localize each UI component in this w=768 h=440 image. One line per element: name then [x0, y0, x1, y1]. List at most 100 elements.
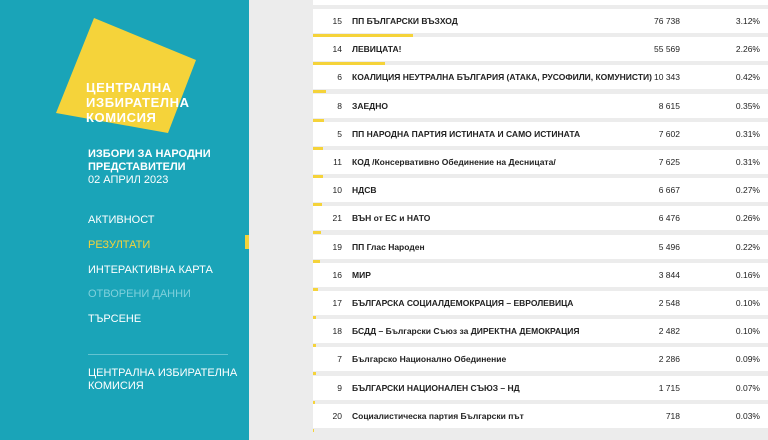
party-votes: 7 625: [658, 157, 680, 167]
party-name: ПП НАРОДНА ПАРТИЯ ИСТИНАТА И САМО ИСТИНА…: [352, 129, 581, 139]
sidebar: ЦЕНТРАЛНА ИЗБИРАТЕЛНА КОМИСИЯ ИЗБОРИ ЗА …: [0, 0, 249, 440]
party-percent: 0.09%: [735, 354, 760, 364]
party-percent: 0.10%: [735, 298, 760, 308]
result-row[interactable]: 7 Българско Национално Обединение 2 286 0.0…: [313, 347, 768, 371]
result-row[interactable]: 17 БЪЛГАРСКА СОЦИАЛДЕМОКРАЦИЯ – ЕВРОЛЕВИЦ…: [313, 291, 768, 315]
party-number: 9: [337, 383, 342, 393]
previous-row-edge: [313, 0, 768, 5]
party-name: КОД /Консервативно Обединение на Десница…: [352, 157, 556, 167]
party-percent: 0.35%: [735, 101, 760, 111]
election-title-line: ПРЕДСТАВИТЕЛИ: [88, 160, 186, 173]
party-number: 6: [337, 72, 342, 82]
result-row[interactable]: 5 ПП НАРОДНА ПАРТИЯ ИСТИНАТА И САМО ИСТИН…: [313, 122, 768, 146]
party-percent: 0.03%: [735, 411, 760, 421]
party-name: Българско Национално Обединение: [352, 354, 507, 364]
sidebar-divider: [88, 354, 228, 355]
party-number: 21: [332, 213, 342, 223]
party-votes: 7 602: [658, 129, 680, 139]
nav-item-interactive-map[interactable]: ИНТЕРАКТИВНА КАРТА: [88, 263, 213, 288]
party-number: 15: [332, 16, 342, 26]
party-votes: 10 343: [654, 72, 680, 82]
party-votes: 3 844: [658, 270, 680, 280]
footer-link-line: КОМИСИЯ: [88, 380, 144, 392]
election-title-line: ИЗБОРИ ЗА НАРОДНИ: [88, 148, 211, 160]
party-number: 8: [337, 101, 342, 111]
election-date: 02 АПРИЛ 2023: [88, 174, 169, 186]
party-name: ЛЕВИЦАТА!: [352, 44, 402, 54]
party-percent: 0.10%: [735, 326, 760, 336]
active-nav-marker: [245, 235, 249, 249]
party-votes: 2 286: [658, 354, 680, 364]
party-number: 7: [337, 354, 342, 364]
result-row[interactable]: 18 БСДД – Български Съюз за ДИРЕКТНА ДЕМО…: [313, 319, 768, 343]
logo-text: ЦЕНТРАЛНА ИЗБИРАТЕЛНА КОМИСИЯ: [86, 80, 190, 125]
party-percent: 0.31%: [735, 129, 760, 139]
party-votes: 1 715: [658, 383, 680, 393]
party-name: БСДД – Български Съюз за ДИРЕКТНА ДЕМОКР…: [352, 326, 580, 336]
party-percent: 0.26%: [735, 213, 760, 223]
result-row[interactable]: 19 ПП Глас Народен 5 496 0.22%: [313, 235, 768, 259]
main-nav: АКТИВНОСТ РЕЗУЛТАТИ ИНТЕРАКТИВНА КАРТА О…: [88, 213, 213, 337]
party-name: БЪЛГАРСКИ НАЦИОНАЛЕН СЪЮЗ – НД: [352, 383, 520, 393]
party-number: 19: [332, 242, 342, 252]
party-number: 10: [332, 185, 342, 195]
party-percent: 0.42%: [735, 72, 760, 82]
party-number: 17: [332, 298, 342, 308]
result-row[interactable]: 20 Социалистическа партия Български път 71…: [313, 404, 768, 428]
party-percent: 0.31%: [735, 157, 760, 167]
election-title: ИЗБОРИ ЗА НАРОДНИ ПРЕДСТАВИТЕЛИ: [88, 148, 211, 173]
party-number: 16: [332, 270, 342, 280]
result-share-bar: [313, 429, 314, 432]
nav-item-activity[interactable]: АКТИВНОСТ: [88, 213, 213, 238]
logo-line: ИЗБИРАТЕЛНА: [86, 95, 190, 110]
nav-item-search[interactable]: ТЪРСЕНЕ: [88, 312, 213, 337]
footer-link-line: ЦЕНТРАЛНА ИЗБИРАТЕЛНА: [88, 367, 238, 379]
party-name: ПП Глас Народен: [352, 242, 425, 252]
result-share-bar: [313, 372, 316, 375]
party-percent: 2.26%: [735, 44, 760, 54]
party-percent: 0.27%: [735, 185, 760, 195]
party-name: МИР: [352, 270, 371, 280]
result-row[interactable]: 6 КОАЛИЦИЯ НЕУТРАЛНА БЪЛГАРИЯ (АТАКА, РУС…: [313, 65, 768, 89]
party-votes: 55 569: [654, 44, 680, 54]
footer-cik-link[interactable]: ЦЕНТРАЛНА ИЗБИРАТЕЛНА КОМИСИЯ: [88, 367, 237, 393]
party-name: ВЪН от ЕС и НАТО: [352, 213, 431, 223]
party-votes: 718: [665, 411, 680, 421]
result-row[interactable]: 8 ЗАЕДНО 8 615 0.35%: [313, 94, 768, 118]
result-row[interactable]: 9 БЪЛГАРСКИ НАЦИОНАЛЕН СЪЮЗ – НД 1 715 0.07…: [313, 376, 768, 400]
party-name: НДСВ: [352, 185, 377, 195]
result-share-bar: [313, 231, 321, 234]
result-share-bar: [313, 90, 326, 93]
result-row[interactable]: 11 КОД /Консервативно Обединение на Десни…: [313, 150, 768, 174]
party-number: 20: [332, 411, 342, 421]
party-name: КОАЛИЦИЯ НЕУТРАЛНА БЪЛГАРИЯ (АТАКА, РУСО…: [352, 72, 652, 82]
result-row[interactable]: 10 НДСВ 6 667 0.27%: [313, 178, 768, 202]
party-votes: 2 548: [658, 298, 680, 308]
party-percent: 0.07%: [735, 383, 760, 393]
party-percent: 3.12%: [735, 16, 760, 26]
cik-logo[interactable]: ЦЕНТРАЛНА ИЗБИРАТЕЛНА КОМИСИЯ: [56, 18, 196, 133]
party-name: БЪЛГАРСКА СОЦИАЛДЕМОКРАЦИЯ – ЕВРОЛЕВИЦА: [352, 298, 574, 308]
party-votes: 6 667: [658, 185, 680, 195]
party-votes: 8 615: [658, 101, 680, 111]
result-row[interactable]: 21 ВЪН от ЕС и НАТО 6 476 0.26%: [313, 206, 768, 230]
party-percent: 0.16%: [735, 270, 760, 280]
party-number: 5: [337, 129, 342, 139]
party-votes: 2 482: [658, 326, 680, 336]
party-name: ЗАЕДНО: [352, 101, 388, 111]
party-number: 11: [333, 157, 342, 167]
nav-item-open-data: ОТВОРЕНИ ДАННИ: [88, 288, 191, 301]
results-list: 15 ПП БЪЛГАРСКИ ВЪЗХОД 76 738 3.12% 14 ЛЕВИЦА…: [297, 0, 768, 440]
party-votes: 5 496: [658, 242, 680, 252]
party-name: ПП БЪЛГАРСКИ ВЪЗХОД: [352, 16, 458, 26]
party-votes: 76 738: [654, 16, 680, 26]
nav-item-results[interactable]: РЕЗУЛТАТИ: [88, 238, 213, 263]
party-percent: 0.22%: [735, 242, 760, 252]
result-row[interactable]: 16 МИР 3 844 0.16%: [313, 263, 768, 287]
logo-line: ЦЕНТРАЛНА: [86, 80, 172, 95]
result-row[interactable]: 15 ПП БЪЛГАРСКИ ВЪЗХОД 76 738 3.12%: [313, 9, 768, 33]
result-row[interactable]: 14 ЛЕВИЦАТА! 55 569 2.26%: [313, 37, 768, 61]
party-name: Социалистическа партия Български път: [352, 411, 524, 421]
party-number: 18: [332, 326, 342, 336]
party-votes: 6 476: [658, 213, 680, 223]
